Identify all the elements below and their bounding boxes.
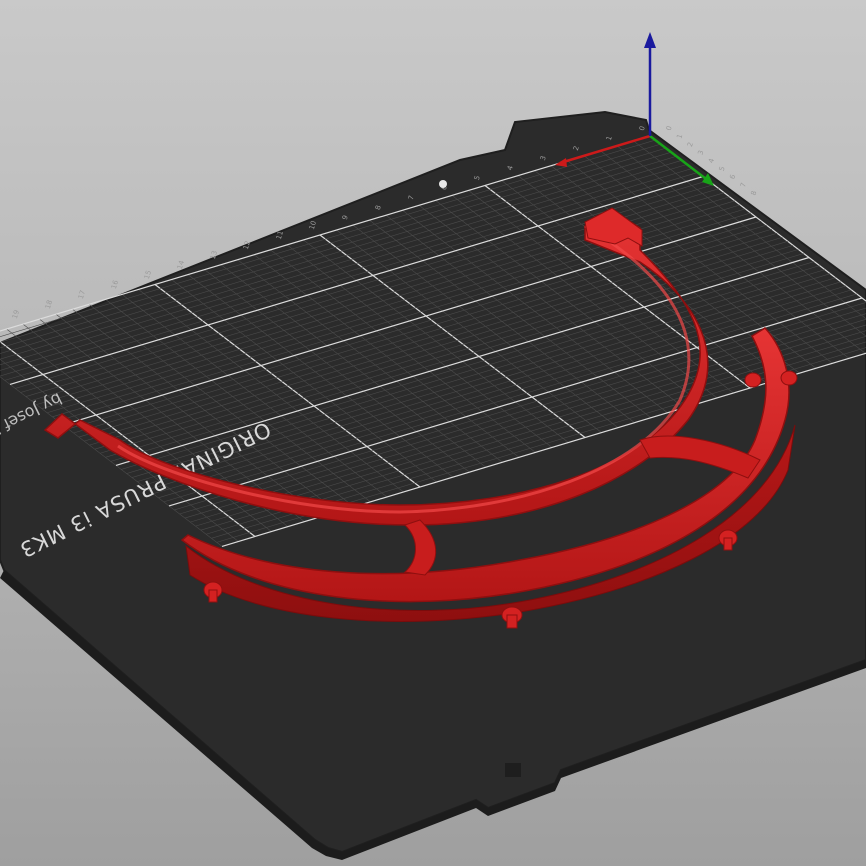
peg-5 <box>744 372 762 388</box>
x-tick-label: 18 <box>44 299 54 310</box>
y-tick-label: 3 <box>697 149 706 156</box>
peg-3-stem <box>723 537 733 551</box>
bed-notch <box>505 763 521 777</box>
y-tick-label: 0 <box>665 125 674 132</box>
y-tick-label: 6 <box>728 173 737 180</box>
peg-2-stem <box>506 614 518 629</box>
print-bed-scene[interactable]: ORIGINAL PRUSA i3 MK3 by Josef Prusa 012… <box>0 0 866 866</box>
x-tick-label: 15 <box>143 269 153 280</box>
y-tick-label: 8 <box>750 190 759 197</box>
3d-viewport[interactable]: ORIGINAL PRUSA i3 MK3 by Josef Prusa 012… <box>0 0 866 866</box>
y-tick-label: 2 <box>686 141 695 148</box>
z-axis-arrow <box>644 32 656 48</box>
bed-hole <box>439 180 447 188</box>
y-tick-label: 5 <box>718 166 727 173</box>
peg-1-stem <box>208 589 218 603</box>
x-tick-label: 16 <box>110 279 120 290</box>
x-tick-label: 17 <box>77 289 87 300</box>
peg-4 <box>780 370 798 386</box>
y-tick-label: 7 <box>739 182 748 189</box>
y-tick-label: 4 <box>707 157 716 164</box>
y-tick-label: 1 <box>675 133 684 140</box>
x-tick-label: 19 <box>11 309 21 320</box>
